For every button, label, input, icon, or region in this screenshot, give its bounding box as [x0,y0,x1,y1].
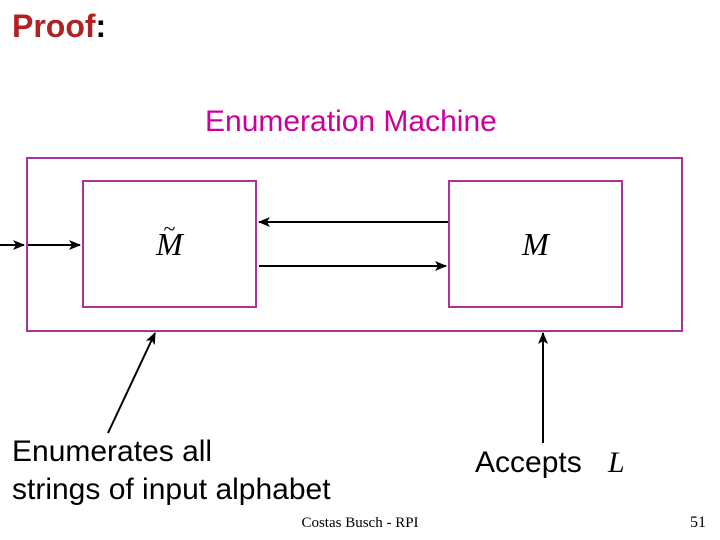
footer-author: Costas Busch - RPI [301,515,418,532]
proof-colon: : [96,8,107,44]
left-caption: Enumerates all strings of input alphabet [12,433,331,508]
proof-heading: Proof: [12,8,106,45]
tilde-symbol: ~ [164,216,176,242]
left-caption-line1: Enumerates all [12,433,331,471]
right-caption: Accepts [475,446,582,480]
left-machine-label: ~ M [84,182,255,306]
script-L-symbol: L [608,446,625,480]
page-number: 51 [690,514,706,532]
diagram-title: Enumeration Machine [205,105,497,139]
right-m-letter: M [522,226,549,263]
right-machine-box: M [448,180,623,308]
proof-word: Proof [12,8,96,44]
left-machine-box: ~ M [82,180,257,308]
pointer-left-caption [108,333,155,433]
right-machine-label: M [450,182,621,306]
left-caption-line2: strings of input alphabet [12,471,331,509]
